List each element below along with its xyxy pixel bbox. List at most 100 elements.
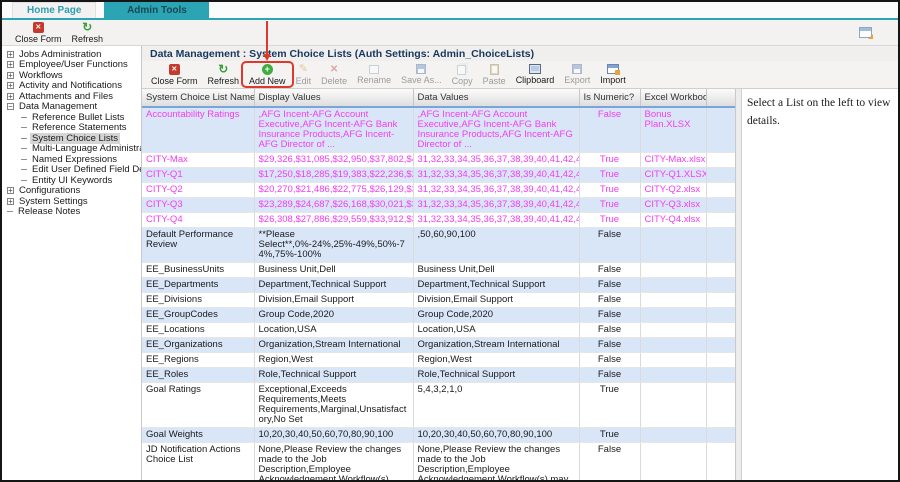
cell-data: Business Unit,Dell — [413, 262, 580, 278]
close-form-button[interactable]: Close Form — [146, 63, 203, 87]
grid-row-city-q2[interactable]: CITY-Q2 $20,270,$21,486,$22,775,$26,129,$… — [142, 182, 735, 198]
add-new-button[interactable]: Add New — [241, 20, 294, 88]
save-as-button: Save As... — [396, 63, 447, 86]
edit-button: Edit — [291, 63, 317, 87]
sidebar-item-named-expressions[interactable]: Named Expressions — [2, 154, 141, 165]
cell-filler — [706, 182, 735, 198]
grid-row-goal-ratings[interactable]: Goal Ratings Exceptional,Exceeds Requirem… — [142, 382, 735, 428]
cell-workbook — [640, 262, 707, 278]
cell-filler — [706, 167, 735, 183]
expand-icon[interactable]: + — [7, 187, 14, 195]
cell-filler — [706, 107, 735, 153]
cell-name: CITY-Max — [142, 152, 255, 168]
column-header-system-choice-list-name[interactable]: System Choice List Name — [142, 89, 255, 108]
grid-row-jd-notification-actions-choice-list[interactable]: JD Notification Actions Choice List None,… — [142, 442, 735, 480]
cell-filler — [706, 197, 735, 213]
grid-row-ee-roles[interactable]: EE_Roles Role,Technical Support Role,Techn… — [142, 367, 735, 383]
grid-row-goal-weights[interactable]: Goal Weights 10,20,30,40,50,60,70,80,90,1… — [142, 427, 735, 443]
expand-icon[interactable]: + — [7, 197, 14, 205]
cell-data: 31,32,33,34,35,36,37,38,39,40,41,42,43,4… — [413, 212, 580, 228]
close-form-icon — [168, 63, 180, 75]
tree-dash-icon — [21, 127, 27, 129]
grid-row-city-max[interactable]: CITY-Max $29,326,$31,085,$32,950,$37,802,… — [142, 152, 735, 168]
cell-workbook: CITY-Q1.XLSX — [640, 167, 707, 183]
sidebar-item-reference-statements[interactable]: Reference Statements — [2, 122, 141, 134]
column-header-display-values[interactable]: Display Values — [254, 89, 414, 108]
expand-icon[interactable]: + — [7, 61, 14, 69]
grid-row-city-q1[interactable]: CITY-Q1 $17,250,$18,285,$19,383,$22,236,$… — [142, 167, 735, 183]
collapse-icon[interactable]: − — [7, 103, 14, 111]
cell-filler — [706, 367, 735, 383]
cell-filler — [706, 152, 735, 168]
tab-bar: Home Page Admin Tools — [2, 2, 898, 20]
grid-row-ee-regions[interactable]: EE_Regions Region,West Region,West False — [142, 352, 735, 368]
expand-icon[interactable]: + — [7, 50, 14, 58]
grid-row-ee-organizations[interactable]: EE_Organizations Organization,Stream Inte… — [142, 337, 735, 353]
grid-row-city-q4[interactable]: CITY-Q4 $26,308,$27,886,$29,559,$33,912,$… — [142, 212, 735, 228]
cell-numeric: True — [579, 182, 641, 198]
refresh-icon — [82, 22, 92, 33]
cell-numeric: False — [579, 107, 641, 153]
grid-row-ee-groupcodes[interactable]: EE_GroupCodes Group Code,2020 Group Code,2… — [142, 307, 735, 323]
cell-data: 31,32,33,34,35,36,37,38,39,40,41,42,43,4… — [413, 167, 580, 183]
sidebar-item-activity-and-notifications[interactable]: + Activity and Notifications — [2, 80, 141, 91]
import-button[interactable]: Import — [595, 63, 631, 86]
cell-filler — [706, 212, 735, 228]
cell-filler — [706, 227, 735, 263]
window-close-form-button[interactable]: Close Form — [10, 21, 67, 45]
sidebar-item-reference-bullet-lists[interactable]: Reference Bullet Lists — [2, 112, 141, 123]
clipboard-button[interactable]: Clipboard — [511, 63, 560, 86]
grid-row-default-performance-review[interactable]: Default Performance Review **Please Selec… — [142, 227, 735, 263]
cell-numeric: True — [579, 197, 641, 213]
cell-display: Organization,Stream International — [254, 337, 414, 353]
grid-row-ee-businessunits[interactable]: EE_BusinessUnits Business Unit,Dell Busine… — [142, 262, 735, 278]
edit-label: Edit — [295, 75, 312, 86]
grid-row-ee-locations[interactable]: EE_Locations Location,USA Location,USA Fals… — [142, 322, 735, 338]
grid-row-ee-departments[interactable]: EE_Departments Department,Technical Suppo… — [142, 277, 735, 293]
sidebar-item-attachments-and-files[interactable]: + Attachments and Files — [2, 91, 141, 102]
column-header-is-numeric-[interactable]: Is Numeric? — [579, 89, 641, 108]
sidebar-item-entity-ui-keywords[interactable]: Entity UI Keywords — [2, 175, 141, 186]
sidebar-item-workflows[interactable]: + Workflows — [2, 70, 141, 81]
sidebar-item-label: Reference Bullet Lists — [32, 111, 125, 123]
grid-row-ee-divisions[interactable]: EE_Divisions Division,Email Support Divisi… — [142, 292, 735, 308]
choice-list-grid-container: System Choice List Name Display Values Dat… — [142, 89, 736, 480]
sidebar-item-label: System Choice Lists — [30, 132, 121, 144]
grid-row-city-q3[interactable]: CITY-Q3 $23,289,$24,687,$26,168,$30,021,$… — [142, 197, 735, 213]
expand-icon[interactable]: + — [7, 71, 14, 79]
column-header-data-values[interactable]: Data Values — [413, 89, 580, 108]
cell-display: Department,Technical Support — [254, 277, 414, 293]
sidebar-item-data-management[interactable]: − Data Management — [2, 101, 141, 112]
tab-home-page[interactable]: Home Page — [12, 2, 97, 18]
sidebar-item-employee-user-functions[interactable]: + Employee/User Functions — [2, 59, 141, 70]
sidebar-item-system-settings[interactable]: + System Settings — [2, 196, 141, 207]
copy-icon — [456, 65, 466, 75]
import-icon — [606, 64, 620, 75]
cell-numeric: False — [579, 322, 641, 338]
cell-display: Location,USA — [254, 322, 414, 338]
sidebar-item-multi-language-administration[interactable]: Multi-Language Administration — [2, 143, 141, 155]
cell-numeric: True — [579, 212, 641, 228]
cell-data: Group Code,2020 — [413, 307, 580, 323]
grid-row-accountability-ratings[interactable]: Accountability Ratings ,AFG Incent-AFG Ac… — [142, 107, 735, 153]
sidebar-item-jobs-administration[interactable]: + Jobs Administration — [2, 49, 141, 60]
expand-icon[interactable]: + — [7, 92, 14, 100]
expand-icon[interactable]: + — [7, 82, 14, 90]
sidebar-item-edit-user-defined-field-definitions[interactable]: Edit User Defined Field Definitions — [2, 164, 141, 175]
tab-home-page-label: Home Page — [27, 5, 82, 16]
sidebar-item-release-notes[interactable]: Release Notes — [2, 206, 141, 217]
sidebar-item-label: Multi-Language Administration — [32, 143, 141, 155]
tab-admin-tools[interactable]: Admin Tools — [104, 2, 210, 18]
popout-window-icon[interactable] — [859, 27, 873, 39]
sidebar-item-configurations[interactable]: + Configurations — [2, 185, 141, 196]
cell-filler — [706, 337, 735, 353]
sidebar-item-system-choice-lists[interactable]: System Choice Lists — [2, 132, 141, 144]
sidebar-item-label: Reference Statements — [32, 122, 127, 134]
sidebar-item-label: Jobs Administration — [19, 48, 102, 60]
refresh-button[interactable]: Refresh — [203, 63, 245, 87]
column-header-excel-workbook[interactable]: Excel Workbook — [640, 89, 707, 108]
cell-name: EE_Roles — [142, 367, 255, 383]
tree-dash-icon — [7, 211, 13, 213]
window-refresh-button[interactable]: Refresh — [67, 21, 109, 45]
cell-numeric: False — [579, 227, 641, 263]
